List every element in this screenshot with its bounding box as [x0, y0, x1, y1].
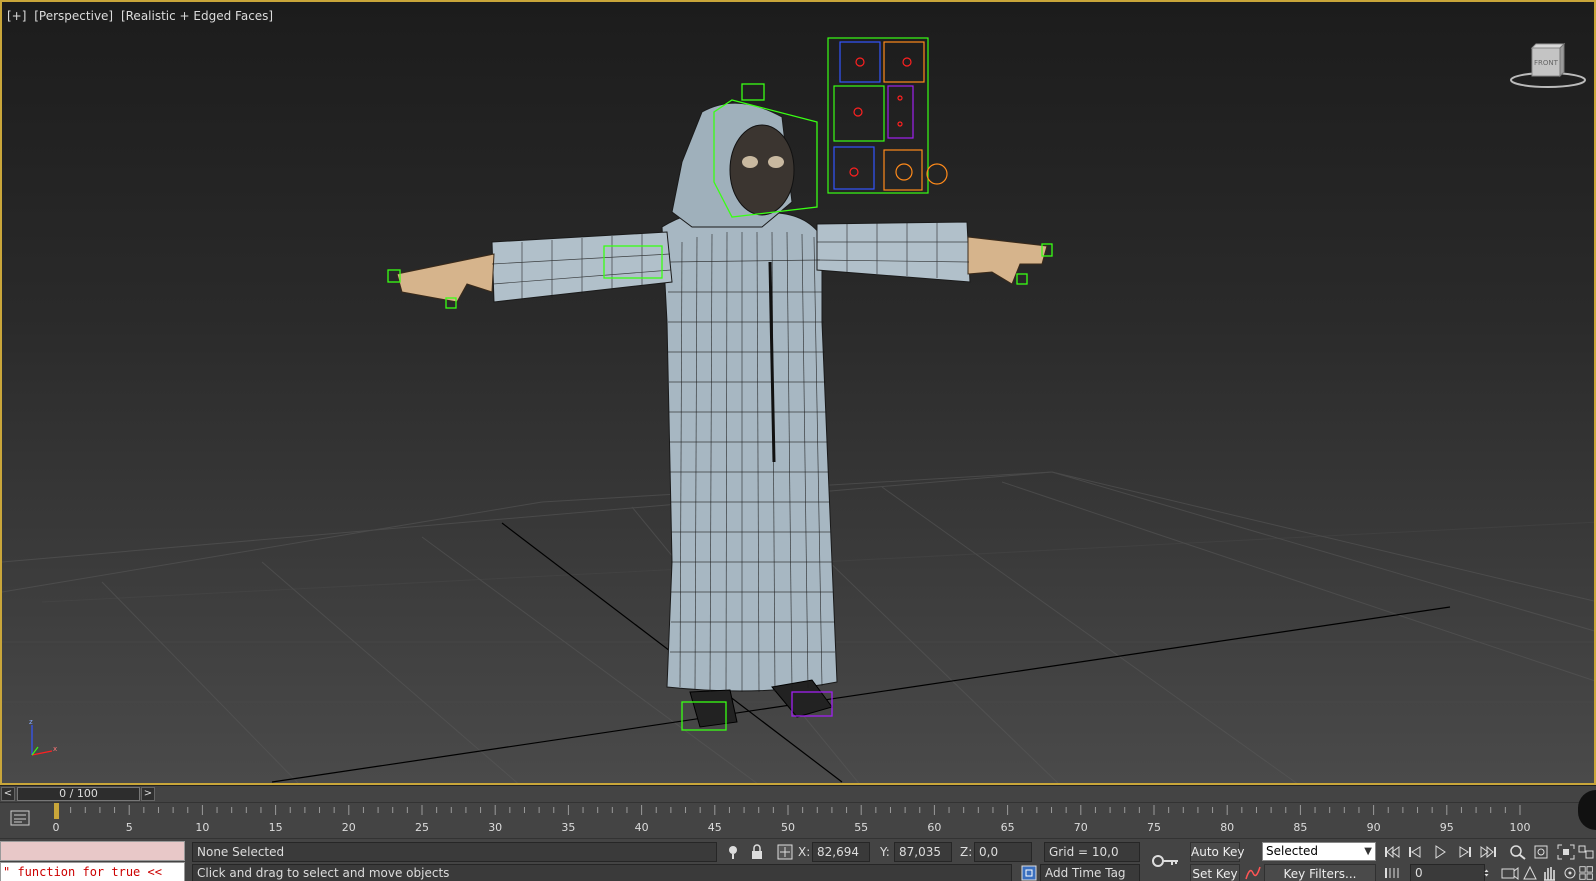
maximize-viewport-icon[interactable] — [1578, 864, 1596, 881]
ruler-tick-label: 85 — [1293, 821, 1307, 834]
facial-control-board[interactable] — [827, 37, 948, 194]
ruler-tick-label: 0 — [53, 821, 60, 834]
listener-input[interactable] — [0, 841, 185, 861]
set-key-button[interactable]: Set Key — [1190, 864, 1240, 881]
time-slider-next-button[interactable]: > — [141, 787, 155, 801]
current-frame-marker[interactable] — [54, 803, 59, 819]
ruler-tick-label: 20 — [342, 821, 356, 834]
previous-frame-icon[interactable] — [1406, 843, 1426, 861]
ruler-tick-label: 25 — [415, 821, 429, 834]
go-to-end-icon[interactable] — [1478, 843, 1498, 861]
track-bar[interactable]: 0 5 10 15 20 25 30 35 40 45 50 55 60 65 70 75 80 85 90 95 10… — [0, 802, 1596, 838]
time-slider-thumb[interactable]: 0 / 100 — [17, 787, 140, 801]
mini-curve-editor-icon[interactable] — [8, 807, 36, 831]
z-coordinate-label: Z: — [960, 845, 973, 859]
listener-output[interactable]: " function for true << — [0, 862, 185, 881]
x-coordinate-label: X: — [798, 845, 811, 859]
isolate-selection-icon[interactable] — [724, 843, 742, 861]
key-selection-set-dropdown[interactable]: Selected ▼ — [1262, 842, 1376, 861]
viewport-menu-button[interactable]: [+] — [7, 9, 26, 23]
curve-icon[interactable] — [1244, 864, 1262, 881]
world-axis-x — [271, 606, 1451, 783]
zoom-all-icon[interactable] — [1532, 843, 1552, 861]
perspective-viewport[interactable]: [+] [Perspective] [Realistic + Edged Fac… — [0, 0, 1596, 785]
ruler-tick-label: 95 — [1440, 821, 1454, 834]
max-window: [+] [Perspective] [Realistic + Edged Fac… — [0, 0, 1596, 881]
ruler-tick-label: 40 — [635, 821, 649, 834]
current-frame-field[interactable]: 0 — [1410, 864, 1485, 881]
viewcube-icon[interactable]: FRONT — [1508, 40, 1588, 90]
maxscript-mini-listener[interactable]: " function for true << — [0, 841, 185, 881]
z-coordinate-field[interactable]: 0,0 — [974, 842, 1032, 862]
zoom-extents-all-icon[interactable] — [1576, 843, 1596, 861]
time-tag-icon[interactable] — [1020, 864, 1038, 881]
frame-ruler[interactable]: 0 5 10 15 20 25 30 35 40 45 50 55 60 65 70 75 80 85 90 95 10… — [50, 803, 1590, 839]
ruler-tick-label: 65 — [1001, 821, 1015, 834]
time-slider-prev-button[interactable]: < — [1, 787, 15, 801]
ruler-tick-label: 100 — [1510, 821, 1531, 834]
play-icon[interactable] — [1430, 843, 1450, 861]
absolute-transform-mode-icon[interactable] — [776, 843, 794, 861]
viewport-point-of-view[interactable]: [Perspective] — [34, 9, 113, 23]
orbit-icon[interactable] — [1560, 864, 1580, 881]
axis-x-label: x — [53, 745, 57, 753]
viewport-scene[interactable] — [2, 2, 1596, 785]
ruler-tick-label: 60 — [927, 821, 941, 834]
ruler-tick-label: 30 — [488, 821, 502, 834]
selection-info: None Selected — [192, 842, 717, 862]
key-mode-toggle-icon[interactable] — [1382, 864, 1402, 881]
viewport-shading-mode[interactable]: [Realistic + Edged Faces] — [121, 9, 273, 23]
ruler-tick-label: 45 — [708, 821, 722, 834]
auto-key-button[interactable]: Auto Key — [1190, 842, 1244, 862]
prompt-line: Click and drag to select and move object… — [192, 864, 1012, 881]
axis-z-label: z — [29, 718, 33, 726]
key-selection-set-value: Selected — [1266, 844, 1319, 858]
ruler-tick-label: 80 — [1220, 821, 1234, 834]
ruler-tick-label: 70 — [1074, 821, 1088, 834]
grid-size-display: Grid = 10,0 — [1044, 842, 1140, 862]
key-filters-button[interactable]: Key Filters... — [1264, 864, 1376, 881]
ruler-tick-label: 10 — [195, 821, 209, 834]
x-coordinate-field[interactable]: 82,694 — [812, 842, 870, 862]
y-coordinate-field[interactable]: 87,035 — [894, 842, 952, 862]
status-bar: " function for true << None Selected Cli… — [0, 838, 1596, 881]
time-slider[interactable]: < 0 / 100 > — [0, 785, 1596, 802]
viewport-label: [+] [Perspective] [Realistic + Edged Fac… — [7, 9, 277, 23]
ruler-tick-label: 5 — [126, 821, 133, 834]
ruler-tick-label: 35 — [561, 821, 575, 834]
ruler-tick-label: 75 — [1147, 821, 1161, 834]
go-to-start-icon[interactable] — [1382, 843, 1402, 861]
ruler-tick-label: 90 — [1367, 821, 1381, 834]
field-of-view-icon[interactable] — [1500, 864, 1520, 881]
ruler-tick-label: 15 — [269, 821, 283, 834]
selection-lock-icon[interactable] — [748, 843, 766, 861]
set-keys-key-icon[interactable] — [1150, 851, 1180, 871]
next-frame-icon[interactable] — [1454, 843, 1474, 861]
ruler-tick-label: 55 — [854, 821, 868, 834]
pan-view-icon[interactable] — [1520, 864, 1540, 881]
zoom-extents-icon[interactable] — [1556, 843, 1576, 861]
spinner-icon[interactable] — [1484, 864, 1494, 881]
chevron-down-icon: ▼ — [1364, 846, 1372, 857]
y-coordinate-label: Y: — [880, 845, 890, 859]
ruler-tick-label: 50 — [781, 821, 795, 834]
hand-pan-icon[interactable] — [1540, 864, 1560, 881]
zoom-icon[interactable] — [1508, 843, 1528, 861]
axis-tripod-icon: z x — [29, 718, 57, 756]
add-time-tag-button[interactable]: Add Time Tag — [1040, 864, 1140, 881]
viewcube-face-label: FRONT — [1534, 59, 1559, 67]
